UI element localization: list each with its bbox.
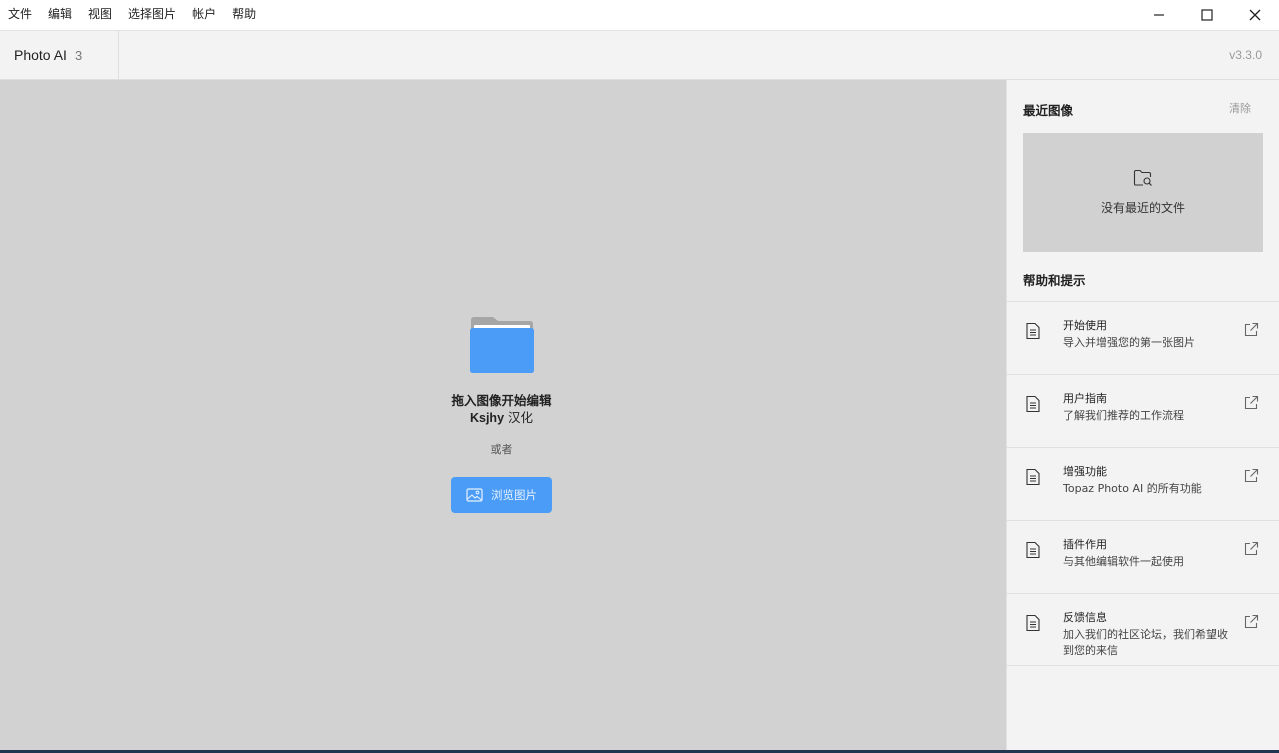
- drop-credit-bold: Ksjhy: [469, 411, 505, 425]
- help-item-features[interactable]: 增强功能 Topaz Photo AI 的所有功能: [1007, 447, 1279, 520]
- maximize-icon: [1201, 9, 1213, 21]
- external-link-icon: [1244, 468, 1259, 483]
- minimize-button[interactable]: [1135, 0, 1183, 30]
- drop-prompt: 拖入图像开始编辑 Ksjhy 汉化 或者 浏览图片: [430, 316, 573, 513]
- external-link-icon: [1244, 322, 1259, 337]
- help-item-desc: 与其他编辑软件一起使用: [1063, 555, 1184, 568]
- help-item-desc: 了解我们推荐的工作流程: [1063, 409, 1184, 422]
- help-item-title: 插件作用: [1063, 538, 1107, 551]
- help-item-title: 增强功能: [1063, 465, 1107, 478]
- document-icon: [1026, 322, 1040, 340]
- browse-images-label: 浏览图片: [491, 488, 537, 502]
- maximize-button[interactable]: [1183, 0, 1231, 30]
- menu-select-image[interactable]: 选择图片: [120, 0, 184, 28]
- or-text: 或者: [490, 443, 513, 456]
- browse-images-button[interactable]: 浏览图片: [451, 477, 552, 513]
- app-name: Photo AI: [14, 47, 67, 63]
- document-icon: [1026, 541, 1040, 559]
- menu-view[interactable]: 视图: [80, 0, 120, 28]
- help-item-user-guide[interactable]: 用户指南 了解我们推荐的工作流程: [1007, 374, 1279, 447]
- clear-recent-button[interactable]: 清除: [1229, 100, 1251, 116]
- help-item-text: 用户指南 了解我们推荐的工作流程: [1063, 391, 1233, 424]
- external-link-icon: [1244, 395, 1259, 410]
- menu-items: 文件 编辑 视图 选择图片 帐户 帮助: [0, 0, 264, 28]
- help-item-title: 反馈信息: [1063, 611, 1107, 624]
- help-item-title: 用户指南: [1063, 392, 1107, 405]
- external-link-icon: [1244, 614, 1259, 629]
- help-item-text: 增强功能 Topaz Photo AI 的所有功能: [1063, 464, 1233, 497]
- help-list: 开始使用 导入并增强您的第一张图片 用户指南 了解我们推荐的工作流程 增强功能 …: [1007, 301, 1279, 666]
- document-icon: [1026, 614, 1040, 632]
- help-item-text: 开始使用 导入并增强您的第一张图片: [1063, 318, 1233, 351]
- help-item-title: 开始使用: [1063, 319, 1107, 332]
- recent-images-box: 没有最近的文件: [1023, 133, 1263, 252]
- close-button[interactable]: [1231, 0, 1279, 30]
- app-major-version: 3: [74, 47, 83, 63]
- help-item-text: 反馈信息 加入我们的社区论坛，我们希望收到您的来信: [1063, 610, 1233, 659]
- help-item-plugins[interactable]: 插件作用 与其他编辑软件一起使用: [1007, 520, 1279, 593]
- drop-area[interactable]: 拖入图像开始编辑 Ksjhy 汉化 或者 浏览图片: [0, 80, 1006, 750]
- help-item-text: 插件作用 与其他编辑软件一起使用: [1063, 537, 1233, 570]
- drop-credit-rest: 汉化: [504, 410, 534, 425]
- document-icon: [1026, 395, 1040, 413]
- recent-images-title: 最近图像: [1023, 103, 1074, 118]
- image-icon: [466, 488, 483, 502]
- side-panel: 最近图像 清除 没有最近的文件 帮助和提示 开始使用 导入并增强您的第一张图片: [1006, 80, 1279, 750]
- help-item-getting-started[interactable]: 开始使用 导入并增强您的第一张图片: [1007, 301, 1279, 374]
- drop-title: 拖入图像开始编辑: [451, 393, 552, 408]
- menu-file[interactable]: 文件: [0, 0, 40, 28]
- folder-search-icon: [1133, 169, 1152, 186]
- help-item-desc: 加入我们的社区论坛，我们希望收到您的来信: [1063, 628, 1228, 657]
- help-item-desc: 导入并增强您的第一张图片: [1063, 336, 1195, 349]
- window-controls: [1135, 0, 1279, 30]
- minimize-icon: [1154, 14, 1164, 16]
- document-icon: [1026, 468, 1040, 486]
- app-header: Photo AI 3 v3.3.0: [0, 31, 1279, 80]
- help-item-desc: Topaz Photo AI 的所有功能: [1063, 482, 1202, 495]
- help-tips-title: 帮助和提示: [1023, 273, 1086, 288]
- help-item-feedback[interactable]: 反馈信息 加入我们的社区论坛，我们希望收到您的来信: [1007, 593, 1279, 666]
- menu-edit[interactable]: 编辑: [40, 0, 80, 28]
- app-version: v3.3.0: [1229, 48, 1262, 62]
- drop-credit: Ksjhy 汉化: [430, 409, 573, 427]
- app-brand: Photo AI 3: [0, 31, 119, 79]
- close-icon: [1249, 9, 1261, 21]
- external-link-icon: [1244, 541, 1259, 556]
- menu-account[interactable]: 帐户: [184, 0, 224, 28]
- no-recent-files-text: 没有最近的文件: [1100, 201, 1185, 215]
- menu-bar: 文件 编辑 视图 选择图片 帐户 帮助: [0, 0, 1279, 31]
- folder-icon: [469, 316, 535, 374]
- menu-help[interactable]: 帮助: [224, 0, 264, 28]
